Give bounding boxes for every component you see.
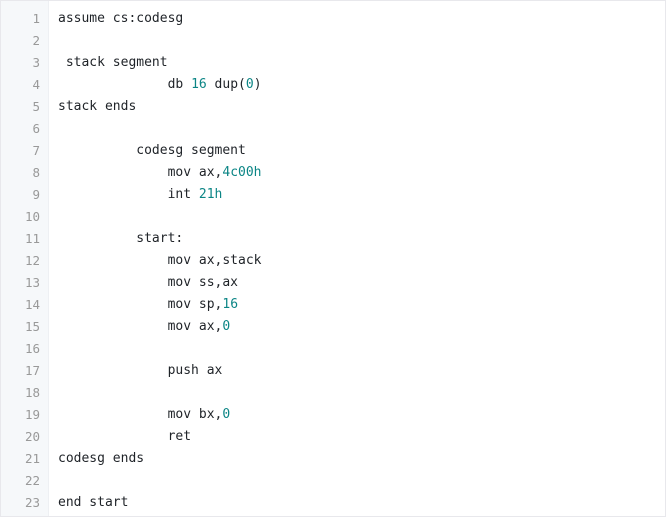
code-number-token: 16 <box>191 77 207 92</box>
code-line: end start <box>58 492 665 514</box>
code-token: stack ends <box>58 99 137 114</box>
code-token: push ax <box>58 363 223 378</box>
code-line: mov bx,0 <box>58 404 665 426</box>
code-token: mov ax,stack <box>58 253 262 268</box>
line-number: 20 <box>24 429 40 444</box>
code-token: mov ax, <box>58 165 223 180</box>
code-line: stack segment <box>58 52 665 74</box>
line-number: 12 <box>24 253 40 268</box>
line-number: 4 <box>32 77 40 92</box>
code-token: end start <box>58 495 129 510</box>
code-line: mov ss,ax <box>58 272 665 294</box>
code-line: mov sp,16 <box>58 294 665 316</box>
code-number-token: 0 <box>222 319 231 334</box>
code-number-token: 0 <box>245 77 254 92</box>
line-number: 19 <box>24 407 40 422</box>
code-token: ret <box>58 429 192 444</box>
code-number-token: 4c00h <box>222 165 262 180</box>
code-line: int 21h <box>58 184 665 206</box>
code-number-token: 21h <box>198 187 223 202</box>
code-token: mov ss,ax <box>58 275 239 290</box>
code-line: codesg segment <box>58 140 665 162</box>
code-line: ret <box>58 426 665 448</box>
line-number: 9 <box>32 187 40 202</box>
line-number: 1 <box>32 11 40 26</box>
line-number: 22 <box>24 473 40 488</box>
code-area[interactable]: assume cs:codesg stack segment db 16 dup… <box>49 1 665 516</box>
code-token: mov sp, <box>58 297 223 312</box>
code-token: int <box>58 187 199 202</box>
line-number: 21 <box>24 451 40 466</box>
code-number-token: 16 <box>222 297 239 312</box>
code-line: codesg ends <box>58 448 665 470</box>
line-number: 15 <box>24 319 40 334</box>
line-number: 17 <box>24 363 40 378</box>
code-token: dup( <box>206 77 246 92</box>
line-number: 11 <box>24 231 40 246</box>
code-token: codesg ends <box>58 451 145 466</box>
line-number: 8 <box>32 165 40 180</box>
line-number: 16 <box>24 341 40 356</box>
code-line: mov ax,0 <box>58 316 665 338</box>
code-line: mov ax,4c00h <box>58 162 665 184</box>
code-line: mov ax,stack <box>58 250 665 272</box>
code-number-token: 0 <box>222 407 231 422</box>
line-number: 18 <box>24 385 40 400</box>
code-line: assume cs:codesg <box>58 8 665 30</box>
line-number: 10 <box>24 209 40 224</box>
line-number: 2 <box>32 33 40 48</box>
code-line: db 16 dup(0) <box>58 74 665 96</box>
code-line: start: <box>58 228 665 250</box>
code-token: ) <box>253 77 262 92</box>
code-line: stack ends <box>58 96 665 118</box>
line-number: 23 <box>24 495 40 510</box>
line-number-gutter: 1 2 3 4 5 6 7 8 9 10 11 12 13 14 15 16 17 18 19 20 21 22 23 <box>1 1 49 516</box>
code-editor: 1 2 3 4 5 6 7 8 9 10 11 12 13 14 15 16 17 18 19 20 21 22 23 as… <box>0 0 666 517</box>
line-number: 5 <box>32 99 40 114</box>
line-number: 3 <box>32 55 40 70</box>
line-number: 13 <box>24 275 40 290</box>
line-number: 7 <box>32 143 40 158</box>
code-line: push ax <box>58 360 665 382</box>
line-number: 6 <box>32 121 40 136</box>
code-token: mov bx, <box>58 407 223 422</box>
code-token: start: <box>58 231 184 246</box>
code-token: db <box>58 77 192 92</box>
line-number: 14 <box>24 297 40 312</box>
code-token: assume cs:codesg <box>58 11 184 26</box>
code-token: stack segment <box>58 55 168 70</box>
code-token: codesg segment <box>58 143 246 158</box>
code-token: mov ax, <box>58 319 223 334</box>
